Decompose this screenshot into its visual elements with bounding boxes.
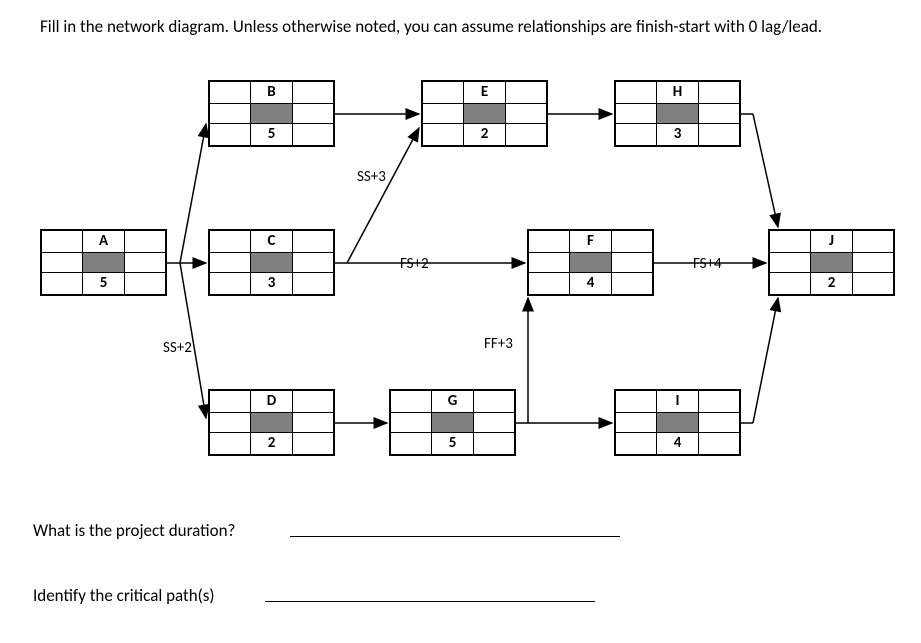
- node-j: J 2: [768, 229, 895, 296]
- node-b-dur: 5: [250, 124, 292, 145]
- node-e: E 2: [421, 80, 548, 147]
- node-i-name: I: [656, 391, 698, 412]
- node-g: G 5: [389, 389, 516, 456]
- node-j-dur: 2: [810, 273, 852, 294]
- node-h: H 3: [614, 80, 741, 147]
- node-h-name: H: [656, 82, 698, 103]
- question-critical: Identify the critical path(s): [33, 585, 215, 606]
- node-g-dur: 5: [431, 433, 473, 454]
- node-b: B 5: [208, 80, 335, 147]
- node-f: F 4: [527, 229, 654, 296]
- node-f-dur: 4: [569, 273, 611, 294]
- node-d: D 2: [208, 389, 335, 456]
- node-e-dur: 2: [463, 124, 505, 145]
- edge-label-ss3: SS+3: [357, 168, 386, 186]
- instruction-text: Fill in the network diagram. Unless othe…: [40, 16, 822, 37]
- edge-label-fs4: FS+4: [693, 255, 722, 273]
- node-i-dur: 4: [656, 433, 698, 454]
- node-b-name: B: [250, 82, 292, 103]
- node-e-name: E: [463, 82, 505, 103]
- node-d-name: D: [250, 391, 292, 412]
- node-f-name: F: [569, 231, 611, 252]
- edge-label-ss2: SS+2: [163, 339, 192, 357]
- answer-line-critical[interactable]: [265, 601, 595, 602]
- node-j-name: J: [810, 231, 852, 252]
- node-h-dur: 3: [656, 124, 698, 145]
- node-a-name: A: [82, 231, 124, 252]
- node-a: A 5: [40, 229, 167, 296]
- edge-label-fs2: FS+2: [400, 255, 429, 273]
- node-d-dur: 2: [250, 433, 292, 454]
- question-duration: What is the project duration?: [33, 520, 235, 541]
- edge-label-ff3: FF+3: [484, 335, 513, 353]
- node-c: C 3: [208, 229, 335, 296]
- node-c-name: C: [250, 231, 292, 252]
- node-a-dur: 5: [82, 273, 124, 294]
- node-c-dur: 3: [250, 273, 292, 294]
- node-i: I 4: [614, 389, 741, 456]
- answer-line-duration[interactable]: [290, 536, 620, 537]
- node-g-name: G: [431, 391, 473, 412]
